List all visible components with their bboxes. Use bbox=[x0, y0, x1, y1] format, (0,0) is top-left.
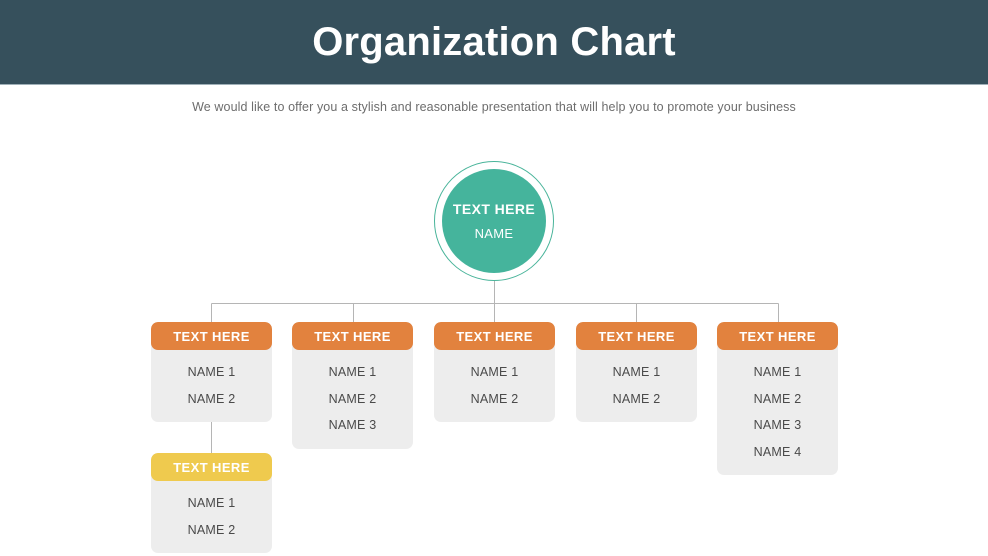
branch-card-3-body: NAME 1 NAME 2 bbox=[434, 350, 555, 422]
sub-branch-card-1[interactable]: TEXT HERE NAME 1 NAME 2 bbox=[151, 453, 272, 553]
branch-card-4-header: TEXT HERE bbox=[576, 322, 697, 350]
branch-card-1-name-1: NAME 1 bbox=[187, 365, 236, 379]
sub-branch-card-1-name-1: NAME 1 bbox=[187, 496, 236, 510]
branch-card-5-name-2: NAME 2 bbox=[753, 391, 802, 406]
branch-card-5-name-3: NAME 3 bbox=[753, 418, 802, 432]
branch-card-5-body: NAME 1 NAME 2 NAME 3 NAME 4 bbox=[717, 350, 838, 475]
branch-card-3[interactable]: TEXT HERE NAME 1 NAME 2 bbox=[434, 322, 555, 422]
branch-card-3-name-2: NAME 2 bbox=[470, 391, 519, 406]
branch-card-2-name-2: NAME 2 bbox=[328, 391, 377, 406]
branch-card-5-header: TEXT HERE bbox=[717, 322, 838, 350]
branch-card-1-body: NAME 1 NAME 2 bbox=[151, 350, 272, 422]
branch-card-2-body: NAME 1 NAME 2 NAME 3 bbox=[292, 350, 413, 449]
organization-chart: TEXT HERE NAME TEXT HERE NAME 1 NAME 2 T… bbox=[0, 0, 988, 556]
root-node-name: NAME bbox=[474, 226, 514, 241]
branch-card-4-name-2: NAME 2 bbox=[612, 391, 661, 406]
branch-card-2[interactable]: TEXT HERE NAME 1 NAME 2 NAME 3 bbox=[292, 322, 413, 449]
branch-card-5-name-4: NAME 4 bbox=[753, 444, 802, 459]
branch-card-4[interactable]: TEXT HERE NAME 1 NAME 2 bbox=[576, 322, 697, 422]
branch-card-1-header: TEXT HERE bbox=[151, 322, 272, 350]
sub-branch-card-1-header: TEXT HERE bbox=[151, 453, 272, 481]
branch-card-1-name-2: NAME 2 bbox=[187, 391, 236, 406]
branch-card-2-name-3: NAME 3 bbox=[328, 418, 377, 432]
branch-card-4-name-1: NAME 1 bbox=[612, 365, 661, 379]
branch-card-4-body: NAME 1 NAME 2 bbox=[576, 350, 697, 422]
branch-card-3-name-1: NAME 1 bbox=[470, 365, 519, 379]
root-node[interactable]: TEXT HERE NAME bbox=[434, 161, 554, 281]
root-node-inner: TEXT HERE NAME bbox=[442, 169, 546, 273]
branch-card-2-header: TEXT HERE bbox=[292, 322, 413, 350]
branch-card-1[interactable]: TEXT HERE NAME 1 NAME 2 bbox=[151, 322, 272, 422]
branch-card-2-name-1: NAME 1 bbox=[328, 365, 377, 379]
branch-card-5-name-1: NAME 1 bbox=[753, 365, 802, 379]
sub-branch-card-1-body: NAME 1 NAME 2 bbox=[151, 481, 272, 553]
branch-card-3-header: TEXT HERE bbox=[434, 322, 555, 350]
sub-branch-card-1-name-2: NAME 2 bbox=[187, 522, 236, 537]
root-node-title: TEXT HERE bbox=[452, 201, 536, 217]
branch-card-5[interactable]: TEXT HERE NAME 1 NAME 2 NAME 3 NAME 4 bbox=[717, 322, 838, 475]
